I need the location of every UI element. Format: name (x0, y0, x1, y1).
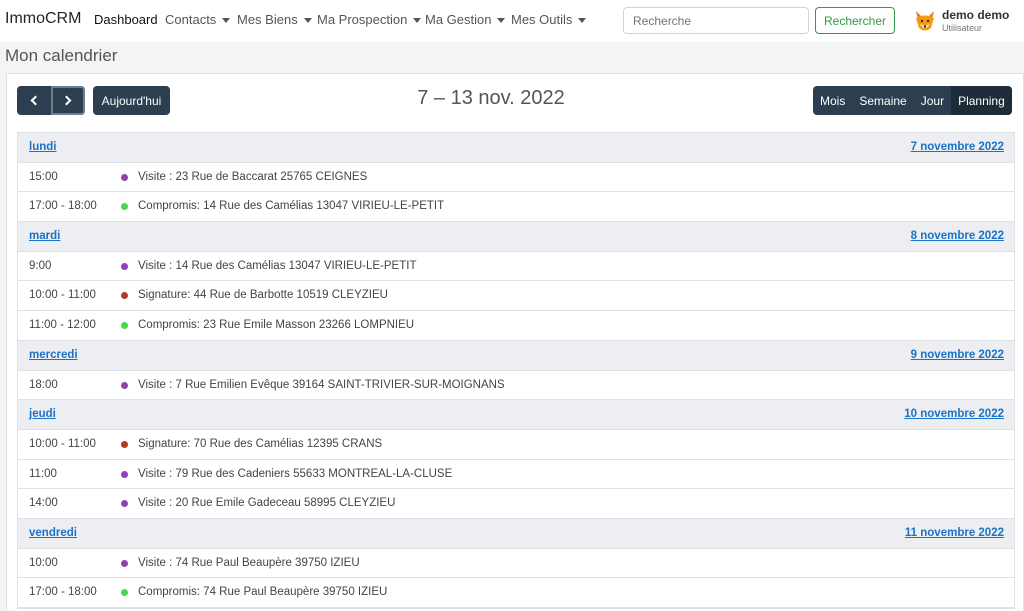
nav-mes-outils[interactable]: Mes Outils (511, 12, 587, 27)
nav-mes-biens-label: Mes Biens (237, 12, 298, 27)
day-name-link[interactable]: mercredi (29, 349, 78, 361)
nav-ma-prospection-label: Ma Prospection (317, 12, 408, 27)
caret-down-icon (578, 17, 587, 23)
event-time: 10:00 (29, 556, 58, 569)
day-name-link[interactable]: lundi (29, 141, 56, 153)
day-date-link[interactable]: 7 novembre 2022 (911, 141, 1004, 153)
event-title[interactable]: Compromis: 23 Rue Emile Masson 23266 LOM… (138, 319, 414, 331)
caret-down-icon (303, 17, 312, 23)
view-planning-button[interactable]: Planning (951, 86, 1012, 115)
day-date-link[interactable]: 10 novembre 2022 (904, 408, 1004, 420)
event-title[interactable]: Compromis: 14 Rue des Camélias 13047 VIR… (138, 200, 444, 212)
event-time: 15:00 (29, 170, 58, 183)
day-header-row: jeudi 10 novembre 2022 (18, 400, 1014, 430)
event-type-dot-icon (121, 559, 128, 567)
event-title[interactable]: Visite : 20 Rue Emile Gadeceau 58995 CLE… (138, 497, 395, 509)
day-header-row: lundi 7 novembre 2022 (18, 133, 1014, 163)
fox-avatar-icon (916, 11, 934, 31)
brand-logo[interactable]: ImmoCRM (5, 10, 81, 28)
event-row[interactable]: 17:00 - 18:00 Compromis: 14 Rue des Camél… (18, 192, 1014, 223)
view-day-button[interactable]: Jour (913, 86, 952, 115)
event-row[interactable]: 15:00 Visite : 23 Rue de Baccarat 25765 C… (18, 163, 1014, 193)
event-title[interactable]: Signature: 70 Rue des Camélias 12395 CRA… (138, 438, 382, 450)
day-date-link[interactable]: 8 novembre 2022 (911, 230, 1004, 242)
event-type-dot-icon (121, 470, 128, 478)
event-time: 18:00 (29, 378, 58, 391)
event-title[interactable]: Visite : 7 Rue Emilien Evêque 39164 SAIN… (138, 379, 505, 391)
nav-mes-biens[interactable]: Mes Biens (237, 12, 312, 27)
event-row[interactable]: 10:00 Visite : 74 Rue Paul Beaupère 39750… (18, 549, 1014, 579)
nav-contacts[interactable]: Contacts (165, 12, 231, 27)
event-title[interactable]: Signature: 44 Rue de Barbotte 10519 CLEY… (138, 289, 388, 301)
event-time: 10:00 - 11:00 (29, 437, 96, 450)
planning-list: lundi 7 novembre 2022 15:00 Visite : 23 Rue… (17, 132, 1015, 609)
event-type-dot-icon (121, 500, 128, 508)
event-type-dot-icon (121, 203, 128, 211)
nav-contacts-label: Contacts (165, 12, 217, 27)
caret-down-icon (222, 17, 231, 23)
day-header-row: mercredi 9 novembre 2022 (18, 340, 1014, 371)
user-role: Utilisateur (942, 23, 983, 33)
caret-down-icon (413, 17, 422, 23)
search-input[interactable] (623, 7, 809, 34)
search-button[interactable]: Rechercher (815, 7, 895, 34)
event-type-dot-icon (121, 292, 128, 300)
caret-down-icon (497, 17, 506, 23)
day-header-row: mardi 8 novembre 2022 (18, 222, 1014, 252)
event-time: 11:00 - 12:00 (29, 319, 96, 332)
view-week-button[interactable]: Semaine (852, 86, 914, 115)
day-date-link[interactable]: 11 novembre 2022 (905, 527, 1004, 539)
day-header-row: vendredi 11 novembre 2022 (18, 518, 1014, 549)
event-title[interactable]: Visite : 79 Rue des Cadeniers 55633 MONT… (138, 468, 452, 480)
event-row[interactable]: 11:00 - 12:00 Compromis: 23 Rue Emile Mas… (18, 311, 1014, 341)
event-title[interactable]: Compromis: 74 Rue Paul Beaupère 39750 IZ… (138, 586, 387, 598)
event-type-dot-icon (121, 262, 128, 270)
nav-ma-prospection[interactable]: Ma Prospection (317, 12, 422, 27)
user-menu[interactable]: demo demo Utilisateur (903, 3, 1024, 39)
day-name-link[interactable]: mardi (29, 230, 60, 242)
nav-mes-outils-label: Mes Outils (511, 12, 573, 27)
event-title[interactable]: Visite : 14 Rue des Camélias 13047 VIRIE… (138, 260, 416, 272)
event-row[interactable]: 14:00 Visite : 20 Rue Emile Gadeceau 5899… (18, 489, 1014, 519)
day-name-link[interactable]: jeudi (29, 408, 56, 420)
event-type-dot-icon (121, 381, 128, 389)
event-type-dot-icon (121, 589, 128, 597)
event-row[interactable]: 9:00 Visite : 14 Rue des Camélias 13047 V… (18, 252, 1014, 282)
event-row[interactable]: 18:00 Visite : 7 Rue Emilien Evêque 39164… (18, 371, 1014, 401)
event-title[interactable]: Visite : 23 Rue de Baccarat 25765 CEIGNE… (138, 171, 367, 183)
day-date-link[interactable]: 9 novembre 2022 (911, 349, 1004, 361)
event-time: 9:00 (29, 259, 52, 272)
event-time: 14:00 (29, 497, 58, 510)
event-row[interactable]: 11:00 Visite : 79 Rue des Cadeniers 55633… (18, 460, 1014, 490)
view-switcher: Mois Semaine Jour Planning (813, 86, 1012, 115)
event-row[interactable]: 10:00 - 11:00 Signature: 44 Rue de Barbot… (18, 281, 1014, 312)
event-title[interactable]: Visite : 74 Rue Paul Beaupère 39750 IZIE… (138, 557, 360, 569)
event-time: 17:00 - 18:00 (29, 200, 97, 213)
nav-dashboard-label: Dashboard (94, 12, 158, 27)
top-navbar: ImmoCRM Dashboard Contacts Mes Biens Ma … (0, 0, 1024, 42)
event-type-dot-icon (121, 173, 128, 181)
event-time: 10:00 - 11:00 (29, 289, 96, 302)
event-row[interactable]: 10:00 - 11:00 Signature: 70 Rue des Camél… (18, 430, 1014, 460)
page-title: Mon calendrier (5, 46, 118, 65)
nav-ma-gestion-label: Ma Gestion (425, 12, 492, 27)
event-time: 17:00 - 18:00 (29, 586, 97, 599)
day-name-link[interactable]: vendredi (29, 527, 77, 539)
view-month-button[interactable]: Mois (813, 86, 853, 115)
event-row[interactable]: 17:00 - 18:00 Compromis: 74 Rue Paul Beau… (18, 578, 1014, 608)
event-type-dot-icon (121, 322, 128, 330)
event-time: 11:00 (29, 467, 57, 480)
user-name: demo demo (942, 8, 1010, 22)
calendar-card: Aujourd'hui 7 – 13 nov. 2022 Mois Semain… (6, 73, 1024, 611)
nav-dashboard[interactable]: Dashboard (94, 12, 158, 27)
nav-ma-gestion[interactable]: Ma Gestion (425, 12, 506, 27)
event-type-dot-icon (121, 440, 128, 448)
